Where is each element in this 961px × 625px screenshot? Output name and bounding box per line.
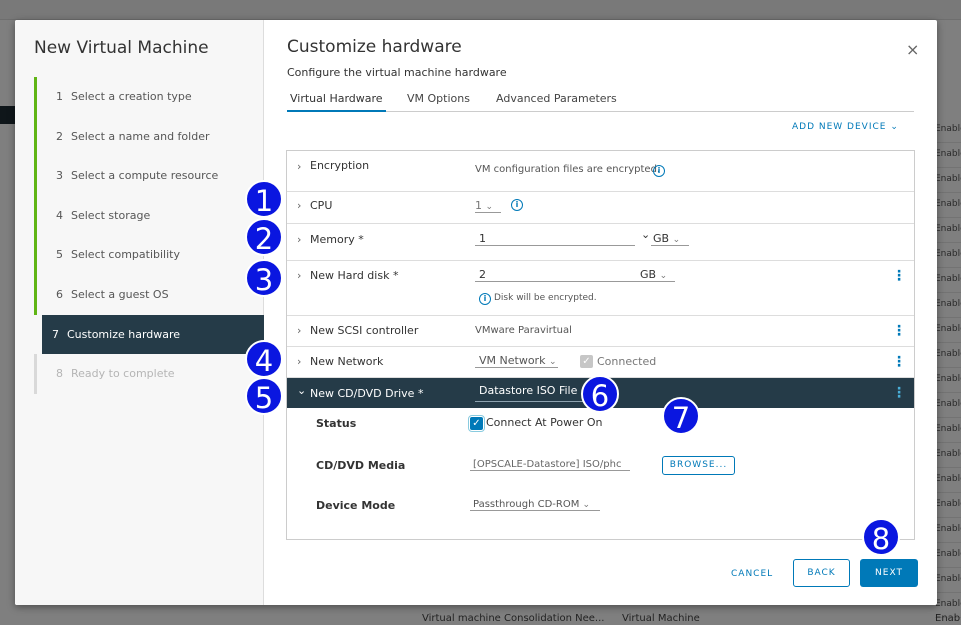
connect-at-power-on-checkbox[interactable]: ✓ [468, 415, 485, 432]
step-name-folder[interactable]: 2 Select a name and folder [34, 116, 264, 157]
hw-row-hard-disk: › New Hard disk * 2 GB ⌄ i Disk will be … [287, 261, 914, 316]
next-button[interactable]: NEXT [860, 559, 918, 587]
more-vertical-icon[interactable]: ⋮ [892, 324, 906, 338]
annotation-badge-3: 3 [245, 259, 283, 297]
cd-dvd-media-label: CD/DVD Media [316, 459, 406, 472]
step-ready-to-complete: 8 Ready to complete [34, 354, 264, 394]
wizard-steps: 1 Select a creation type 2 Select a name a… [34, 77, 264, 394]
back-button[interactable]: BACK [793, 559, 850, 587]
info-icon: i [479, 293, 491, 305]
tab-virtual-hardware[interactable]: Virtual Hardware [287, 92, 386, 112]
step-creation-type[interactable]: 1 Select a creation type [34, 77, 264, 117]
chevron-right-icon[interactable]: › [297, 160, 301, 173]
info-icon[interactable]: i [653, 165, 665, 177]
tab-vm-options[interactable]: VM Options [407, 92, 470, 112]
step-compatibility[interactable]: 5 Select compatibility [34, 235, 264, 275]
hardware-tabs: Virtual Hardware VM Options Advanced Par… [287, 92, 914, 112]
cancel-button[interactable]: CANCEL [731, 569, 773, 579]
step-guest-os[interactable]: 6 Select a guest OS [34, 274, 264, 315]
chevron-down-icon: ⌄ [548, 357, 557, 367]
cpu-select[interactable]: 1 ⌄ [475, 199, 501, 213]
hw-label: New CD/DVD Drive * [310, 387, 424, 400]
annotation-badge-4: 4 [245, 340, 283, 378]
device-mode-select[interactable]: Passthrough CD-ROM ⌄ [470, 499, 600, 511]
wizard-content: × Customize hardware Configure the virtu… [265, 20, 937, 605]
step-customize-hardware[interactable]: 7 Customize hardware [35, 314, 264, 355]
connect-at-power-on-label: Connect At Power On [486, 416, 603, 429]
device-mode-label: Device Mode [316, 499, 396, 512]
hardware-grid: › Encryption VM configuration files are … [286, 150, 915, 540]
info-icon[interactable]: i [511, 199, 523, 211]
hw-label: New Network [310, 355, 384, 368]
network-select[interactable]: VM Network ⌄ [475, 354, 558, 368]
hw-row-network: › New Network VM Network ⌄ ✓ Connected ⋮ [287, 347, 914, 378]
hw-label: New SCSI controller [310, 324, 419, 337]
cd-dvd-status-label: Status [316, 417, 357, 430]
memory-unit-select[interactable]: GB ⌄ [651, 232, 689, 246]
chevron-down-icon: ⌄ [582, 500, 591, 510]
new-vm-wizard-modal: New Virtual Machine 1 Select a creation t… [15, 20, 937, 605]
more-vertical-icon[interactable]: ⋮ [892, 355, 906, 369]
wizard-title: New Virtual Machine [34, 38, 209, 58]
step-storage[interactable]: 4 Select storage [34, 195, 264, 236]
chevron-right-icon[interactable]: › [297, 355, 301, 368]
hard-disk-unit-select[interactable]: GB ⌄ [637, 268, 675, 282]
chevron-down-icon[interactable]: ⌄ [297, 384, 306, 397]
annotation-badge-8: 8 [862, 518, 900, 556]
tab-advanced-parameters[interactable]: Advanced Parameters [496, 92, 617, 112]
hw-label: New Hard disk * [310, 269, 399, 282]
annotation-badge-2: 2 [245, 218, 283, 256]
more-vertical-icon[interactable]: ⋮ [892, 269, 906, 283]
hw-value: VM configuration files are encrypted. [475, 164, 661, 175]
page-title: Customize hardware [287, 37, 462, 57]
page-subtitle: Configure the virtual machine hardware [287, 66, 507, 79]
network-connected-checkbox: ✓ [580, 355, 593, 368]
cd-dvd-media-input[interactable]: [OPSCALE-Datastore] ISO/phc [470, 459, 630, 471]
chevron-right-icon[interactable]: › [297, 269, 301, 282]
chevron-down-icon: ⌄ [659, 271, 668, 281]
browse-button[interactable]: BROWSE... [662, 456, 735, 475]
memory-input[interactable]: 1 [475, 232, 635, 246]
hard-disk-size-input[interactable]: 2 [475, 268, 637, 282]
hw-label: Encryption [310, 159, 370, 172]
more-vertical-icon[interactable]: ⋮ [892, 386, 906, 400]
annotation-badge-5: 5 [245, 377, 283, 415]
network-connected-label: Connected [597, 355, 657, 368]
annotation-badge-6: 6 [581, 375, 619, 413]
hw-value: VMware Paravirtual [475, 325, 572, 336]
wizard-steps-panel: New Virtual Machine 1 Select a creation t… [15, 20, 264, 605]
chevron-down-icon: ⌄ [672, 235, 681, 245]
hw-label: Memory * [310, 233, 364, 246]
chevron-down-icon[interactable]: ⌄ [641, 228, 650, 241]
hw-row-cpu: › CPU 1 ⌄ i [287, 192, 914, 224]
hw-label: CPU [310, 199, 333, 212]
cd-dvd-type-select[interactable]: Datastore ISO File [475, 384, 585, 402]
hw-row-scsi-controller: › New SCSI controller VMware Paravirtual… [287, 316, 914, 347]
hw-row-encryption: › Encryption VM configuration files are … [287, 151, 914, 192]
chevron-right-icon[interactable]: › [297, 199, 301, 212]
chevron-right-icon[interactable]: › [297, 324, 301, 337]
add-new-device-button[interactable]: ADD NEW DEVICE ⌄ [792, 122, 899, 132]
hw-row-memory: › Memory * 1 ⌄ GB ⌄ [287, 224, 914, 261]
chevron-down-icon: ⌄ [485, 202, 494, 212]
hard-disk-note: Disk will be encrypted. [494, 293, 597, 303]
annotation-badge-7: 7 [662, 397, 700, 435]
chevron-right-icon[interactable]: › [297, 233, 301, 246]
close-icon[interactable]: × [906, 40, 919, 59]
annotation-badge-1: 1 [245, 180, 283, 218]
step-compute-resource[interactable]: 3 Select a compute resource [34, 156, 264, 196]
